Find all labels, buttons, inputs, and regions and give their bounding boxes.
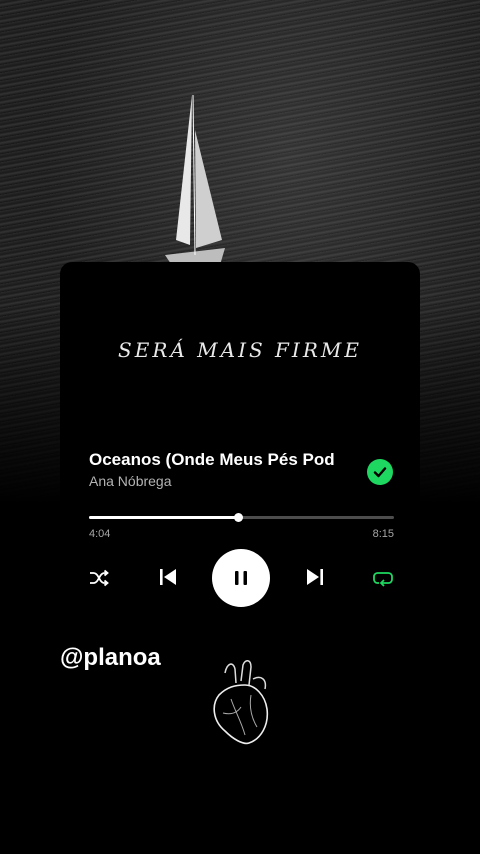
skip-next-icon (307, 569, 323, 585)
anatomical-heart-icon (213, 660, 269, 745)
pause-button[interactable] (212, 549, 270, 607)
next-button[interactable] (301, 563, 329, 591)
repeat-icon (373, 572, 393, 587)
progress-bar[interactable] (89, 513, 394, 522)
track-artist[interactable]: Ana Nóbrega (89, 473, 172, 489)
track-title[interactable]: Oceanos (Onde Meus Pés Pod (89, 450, 339, 470)
pause-icon (235, 571, 247, 585)
shuffle-icon (90, 569, 109, 587)
shuffle-button[interactable] (86, 565, 112, 591)
elapsed-time: 4:04 (89, 528, 111, 540)
total-time: 8:15 (372, 528, 394, 540)
progress-fill (89, 516, 239, 519)
lyric-line: SERÁ MAIS FIRME (118, 338, 362, 362)
account-handle: @planoa (60, 644, 161, 671)
liked-check-icon[interactable] (367, 459, 393, 485)
previous-button[interactable] (154, 563, 182, 591)
repeat-button[interactable] (370, 565, 396, 591)
skip-previous-icon (160, 569, 176, 585)
sailboat-image (165, 94, 225, 270)
